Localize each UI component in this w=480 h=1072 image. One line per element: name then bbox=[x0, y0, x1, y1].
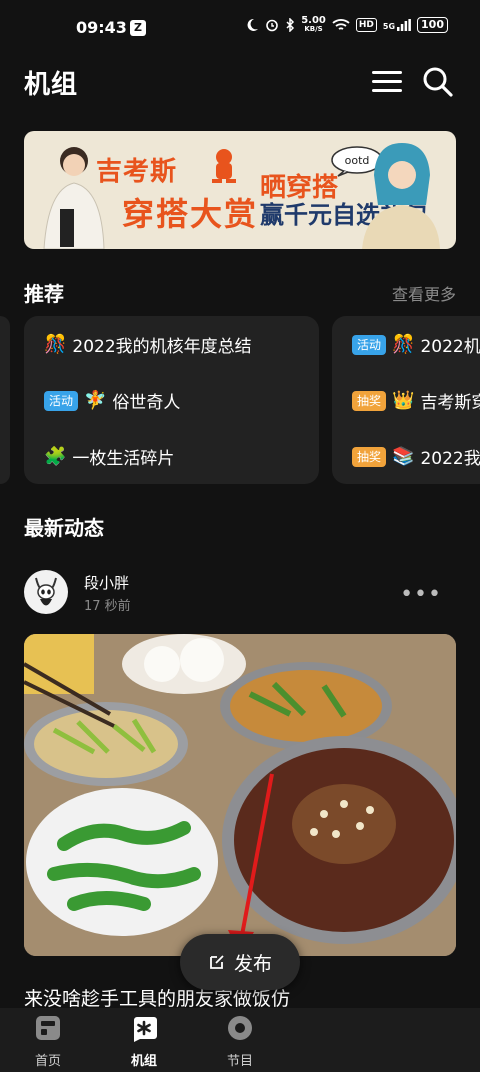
activity-tag: 活动 bbox=[44, 390, 79, 411]
puzzle-icon: 🧩 bbox=[44, 446, 67, 467]
publish-label: 发布 bbox=[233, 952, 272, 975]
activity-tag: 活动 bbox=[352, 334, 387, 355]
status-time: 09:43 bbox=[76, 18, 127, 37]
menu-icon bbox=[372, 71, 402, 74]
confetti-icon: 🎊 bbox=[44, 334, 67, 355]
more-options-icon[interactable]: ••• bbox=[400, 582, 442, 607]
promo-banner[interactable]: 吉考斯 穿搭大赏 晒穿搭 赢千元自选礼包 ootd bbox=[24, 131, 456, 249]
post-header: 段小胖 17 秒前 ••• bbox=[24, 570, 456, 620]
search-icon[interactable] bbox=[422, 66, 454, 98]
list-item-label: 一枚生活碎片 bbox=[72, 449, 175, 469]
net-speed: 5.00 KB/S bbox=[301, 15, 326, 34]
tab-home[interactable]: 首页 bbox=[18, 1014, 78, 1069]
list-item[interactable]: 活动 🎊 2022机 bbox=[352, 332, 480, 357]
bottom-tab-bar: 首页 机组 节目 bbox=[0, 1008, 480, 1072]
signal-icon bbox=[397, 19, 411, 31]
page-title: 机组 bbox=[24, 70, 79, 100]
edit-icon bbox=[210, 955, 224, 969]
fairy-icon: 🧚 bbox=[84, 390, 107, 411]
list-item-label: 2022机 bbox=[420, 337, 480, 357]
banner-line-2: 穿搭大赏 bbox=[122, 195, 259, 233]
bluetooth-icon bbox=[286, 18, 295, 32]
notification-badge: Z bbox=[130, 20, 146, 36]
tab-home-label: 首页 bbox=[34, 1054, 61, 1069]
banner-line-1: 吉考斯 bbox=[96, 157, 178, 187]
person-illustration-right bbox=[362, 143, 440, 249]
list-item-label: 2022我 bbox=[420, 449, 480, 469]
confetti-icon: 🎊 bbox=[392, 334, 415, 355]
knight-avatar-icon bbox=[35, 577, 57, 606]
recommend-card-next[interactable]: 活动 🎊 2022机 抽奖 👑 吉考斯穿 抽奖 📚 2022我 bbox=[332, 316, 480, 484]
tab-programs-label: 节目 bbox=[226, 1054, 253, 1069]
list-item-label: 2022我的机核年度总结 bbox=[72, 337, 252, 357]
status-bar: 09:43 Z 5.00 KB/S HD 5G 100 bbox=[0, 0, 480, 58]
list-item[interactable]: 活动 🧚 俗世奇人 bbox=[44, 388, 180, 413]
list-item-label: 俗世奇人 bbox=[112, 393, 181, 413]
list-item[interactable]: 🎊 2022我的机核年度总结 bbox=[44, 332, 252, 357]
home-icon bbox=[36, 1016, 60, 1040]
mascot-icon bbox=[212, 149, 236, 183]
wifi-icon bbox=[332, 19, 350, 30]
lottery-tag: 抽奖 bbox=[352, 446, 387, 467]
avatar[interactable] bbox=[24, 570, 68, 614]
latest-title: 最新动态 bbox=[24, 516, 104, 540]
disc-icon bbox=[228, 1016, 252, 1040]
battery-indicator: 100 bbox=[417, 17, 448, 33]
tab-group[interactable]: 机组 bbox=[114, 1014, 174, 1069]
list-item[interactable]: 🧩 一枚生活碎片 bbox=[44, 444, 174, 469]
recommend-card-prev[interactable] bbox=[0, 316, 10, 484]
list-item[interactable]: 抽奖 📚 2022我 bbox=[352, 444, 480, 469]
top-bar: 机组 bbox=[0, 58, 480, 108]
food-photo-image bbox=[24, 634, 456, 956]
moon-icon bbox=[247, 18, 259, 31]
alarm-icon bbox=[266, 19, 278, 32]
publish-button[interactable]: 发布 bbox=[180, 934, 300, 990]
crown-icon: 👑 bbox=[392, 390, 415, 411]
menu-button[interactable] bbox=[372, 68, 402, 94]
status-icons: 5.00 KB/S HD 5G 100 bbox=[245, 16, 448, 34]
tab-programs[interactable]: 节目 bbox=[210, 1014, 270, 1069]
hd-badge: HD bbox=[355, 18, 377, 32]
post-timestamp: 17 秒前 bbox=[84, 599, 131, 614]
signal-indicator: 5G bbox=[383, 19, 411, 31]
asterisk-icon bbox=[134, 1017, 157, 1042]
recommend-title: 推荐 bbox=[24, 282, 64, 306]
see-more-link[interactable]: 查看更多 bbox=[392, 281, 456, 305]
list-item[interactable]: 抽奖 👑 吉考斯穿 bbox=[352, 388, 480, 413]
lottery-tag: 抽奖 bbox=[352, 390, 387, 411]
recommend-card[interactable]: 🎊 2022我的机核年度总结 活动 🧚 俗世奇人 🧩 一枚生活碎片 bbox=[24, 316, 319, 484]
books-icon: 📚 bbox=[392, 446, 415, 467]
list-item-label: 吉考斯穿 bbox=[420, 393, 480, 413]
tab-group-label: 机组 bbox=[130, 1054, 157, 1069]
post-username[interactable]: 段小胖 bbox=[84, 572, 129, 593]
post-photo[interactable] bbox=[24, 634, 456, 956]
